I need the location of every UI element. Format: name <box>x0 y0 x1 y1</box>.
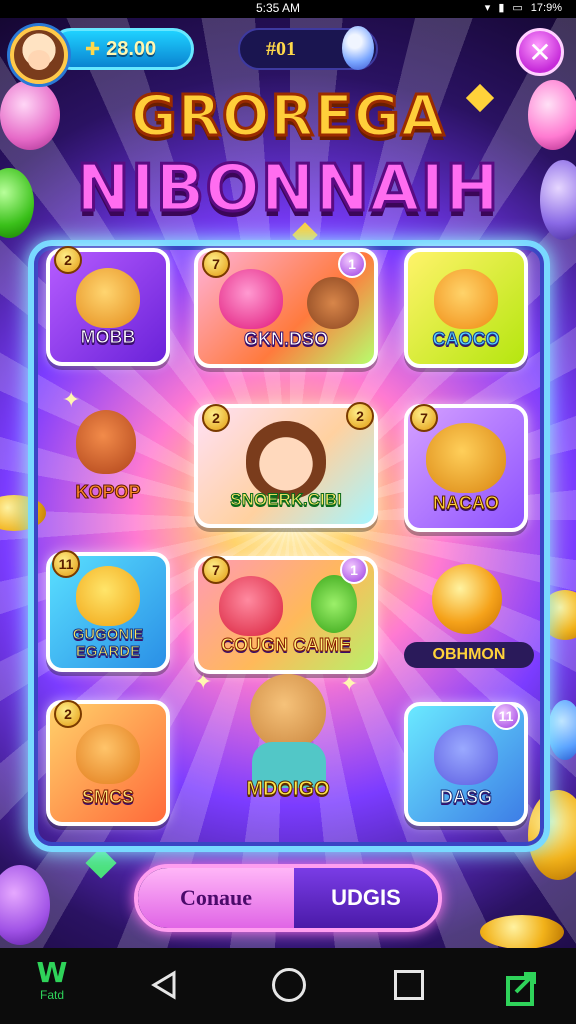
status-bar: 5:35 AM ▾ ▮ ▭ 17:9% <box>0 0 576 18</box>
tile-badge: 2 <box>202 404 230 432</box>
tile-badge: 2 <box>54 700 82 728</box>
tile-badge: 7 <box>410 404 438 432</box>
tile-badge: 7 <box>202 556 230 584</box>
tile-label: KOPOP <box>75 482 141 503</box>
action-bar: Conaue UDGIS <box>134 864 442 932</box>
signal-icon: ▮ <box>498 2 505 14</box>
game-tile-mobb[interactable]: 2 MOBB <box>46 246 170 366</box>
girl-character-art <box>246 421 326 500</box>
game-tile-gkn[interactable]: 7 1 GKN.DSO <box>194 248 378 368</box>
tile-label: DASG <box>439 787 492 808</box>
brand-button[interactable]: W Fatd <box>28 956 76 1003</box>
gold-orb-art <box>432 564 502 634</box>
tile-badge: 11 <box>492 702 520 730</box>
game-tile-nacao[interactable]: 7 NACAO <box>404 404 528 532</box>
close-button[interactable]: ✕ <box>516 28 564 76</box>
tile-label: SNOERK.CIBI <box>230 490 342 510</box>
game-title-line2: NIBONNAIH <box>75 151 501 228</box>
continue-button[interactable]: Conaue <box>138 868 294 928</box>
bear-character-art <box>434 724 498 785</box>
tile-label-line1: GUGONIE <box>72 626 144 644</box>
coin-deco <box>480 915 564 949</box>
game-tile-caoco[interactable]: CAOCO <box>404 248 528 368</box>
game-tile-gugonie[interactable]: 11 GUGONIE EGARDE <box>46 550 170 672</box>
coin-icon: ✚ <box>85 38 101 60</box>
top-hud: ✚ 28.00 #01 ✕ <box>0 20 576 84</box>
game-tile-dasg[interactable]: 11 DASG <box>404 702 528 826</box>
game-tile-kopop[interactable]: KOPOP <box>46 400 170 520</box>
game-tile-obhmon[interactable]: OBHMON <box>404 560 534 670</box>
tile-badge: 2 <box>54 246 82 274</box>
share-icon[interactable] <box>502 968 542 1008</box>
brand-label: Fatd <box>39 988 64 1002</box>
avatar-face <box>28 50 50 70</box>
character-art <box>76 268 140 329</box>
brand-logo-icon: W <box>36 956 68 989</box>
tile-label: GUGONIE EGARDE <box>50 626 166 661</box>
battery-icon: ▭ <box>512 2 523 14</box>
character-art <box>76 566 140 627</box>
pepper-art <box>310 575 357 634</box>
tile-badge: 2 <box>346 402 374 430</box>
close-icon: ✕ <box>528 35 552 69</box>
game-title-line1: GROREGA <box>129 83 446 151</box>
heart-fruit-art <box>218 269 283 330</box>
status-time: 5:35 AM <box>256 1 301 15</box>
level-value: #01 <box>266 37 296 60</box>
tile-label-line2: EGARDE <box>75 643 141 661</box>
tile-label: NACAO <box>433 493 500 514</box>
battery-text: 17:9% <box>530 1 562 14</box>
stool-art <box>218 576 283 637</box>
coin-counter: ✚ 28.00 <box>50 28 194 70</box>
bear-character-art <box>250 674 326 750</box>
orb-icon <box>342 26 374 70</box>
home-icon[interactable] <box>272 968 306 1002</box>
tile-badge: 1 <box>340 556 368 584</box>
back-icon[interactable] <box>150 970 180 1000</box>
tile-label: CAOCO <box>432 329 500 350</box>
tile-badge: 1 <box>338 250 366 278</box>
bear-character-art <box>76 723 140 784</box>
game-tile-mdoigo[interactable]: MDOIGO <box>200 666 376 816</box>
game-tile-smcs[interactable]: 2 SMCS <box>46 700 170 826</box>
tile-label: GKN.DSO <box>243 329 328 350</box>
secondary-button[interactable]: UDGIS <box>294 868 438 928</box>
tile-label: MOBB <box>80 327 136 348</box>
coin-deco <box>0 865 50 945</box>
game-tile-snoerk[interactable]: 2 2 SNOERK.CIBI <box>194 402 378 528</box>
tile-badge: 11 <box>52 550 80 578</box>
game-screen: ✦ ✦ ✦ 5:35 AM ▾ ▮ ▭ 17:9% ✚ 28.00 #01 ✕ … <box>0 0 576 1024</box>
character-art <box>307 276 360 329</box>
wifi-icon: ▾ <box>484 2 491 14</box>
gem-deco <box>85 847 117 879</box>
tile-label: SMCS <box>81 787 134 808</box>
navigation-bar: W Fatd <box>0 948 576 1024</box>
game-tile-cougn[interactable]: 7 1 COUGN CAIME <box>194 556 378 674</box>
tile-label: MDOIGO <box>246 778 330 801</box>
tile-label: OBHMON <box>404 642 534 668</box>
tile-badge: 7 <box>202 250 230 278</box>
creature-art <box>426 423 506 494</box>
fox-character-art <box>76 410 136 474</box>
player-avatar[interactable] <box>10 26 68 84</box>
tile-label: COUGN CAIME <box>221 635 352 656</box>
status-icons: ▾ ▮ ▭ 17:9% <box>484 1 562 15</box>
character-art <box>434 269 498 330</box>
coin-deco <box>548 700 576 760</box>
recent-apps-icon[interactable] <box>394 970 424 1000</box>
coin-amount: 28.00 <box>106 37 157 60</box>
